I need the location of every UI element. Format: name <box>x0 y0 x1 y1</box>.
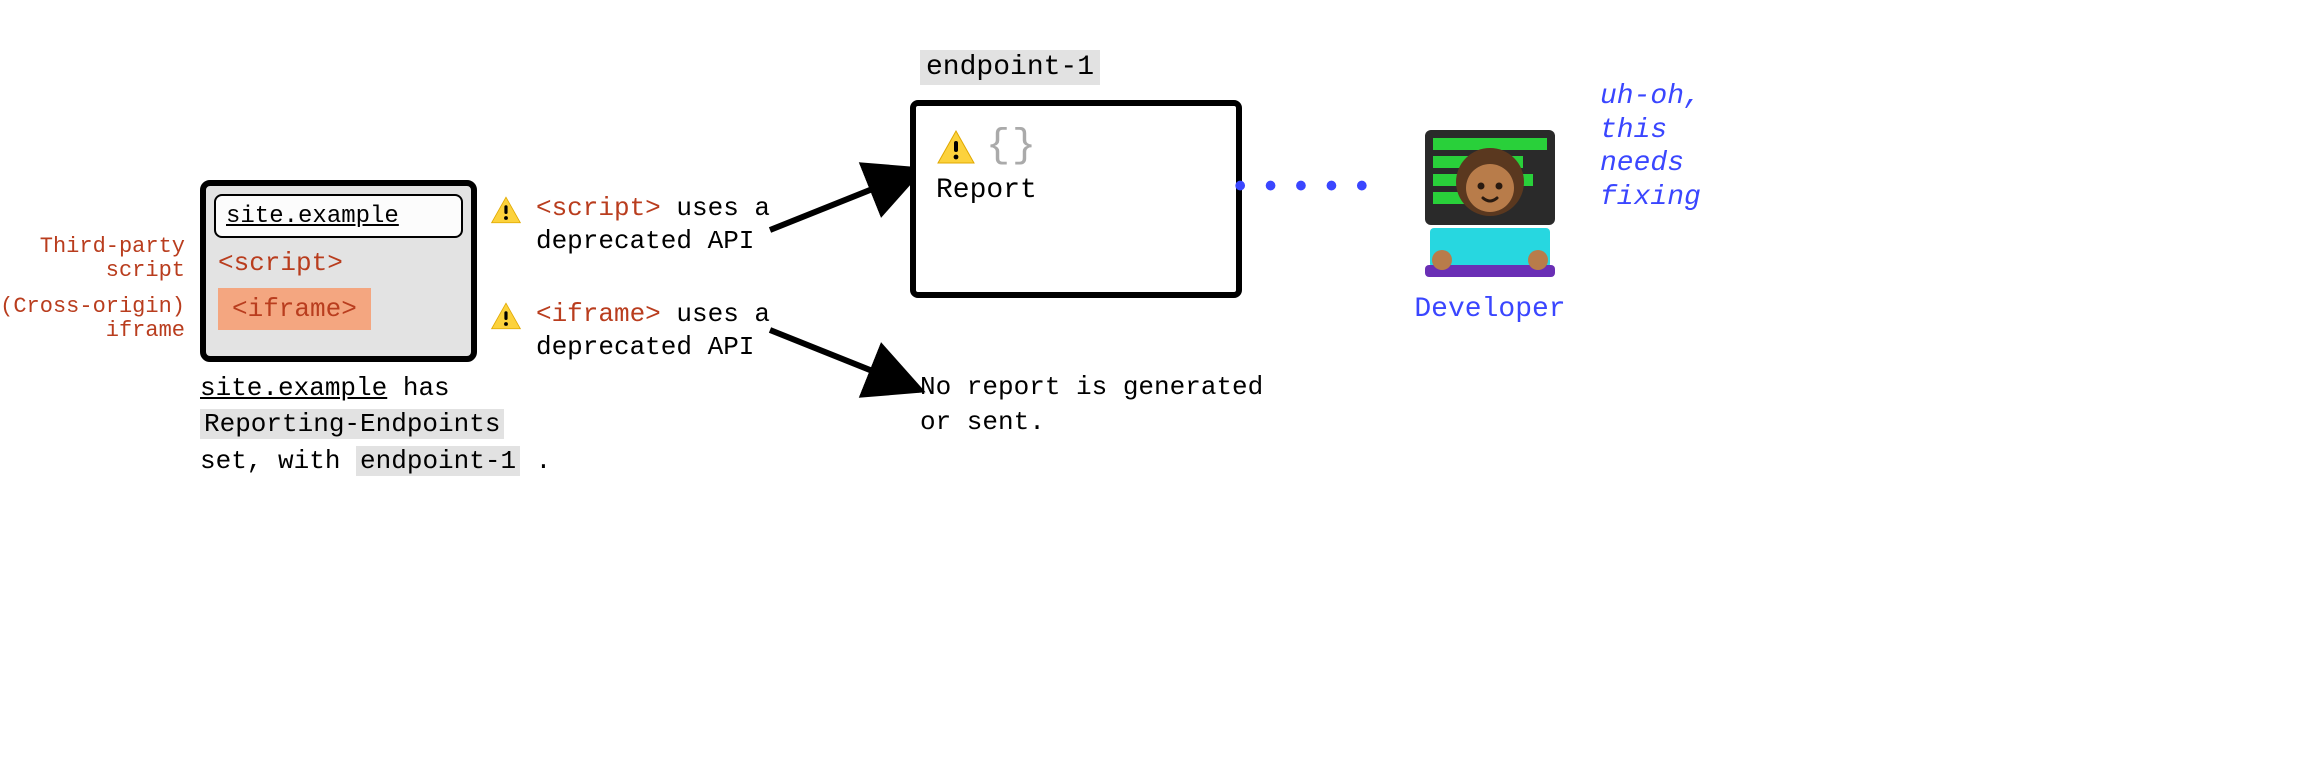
arrow-to-noreport <box>770 320 930 400</box>
arrow-to-endpoint <box>770 160 930 240</box>
address-bar-url: site.example <box>226 203 399 230</box>
note-cross-origin-iframe: (Cross-origin) iframe <box>0 295 185 343</box>
note-third-party-script: Third-party script <box>0 235 185 283</box>
warning-icon <box>490 298 522 334</box>
source-page-box: site.example <script> <iframe> <box>200 180 477 362</box>
warning-icon <box>490 192 522 228</box>
script-tag-label: <script> <box>218 248 343 278</box>
developer-icon <box>1400 110 1580 280</box>
caption-domain: site.example <box>200 373 387 403</box>
source-caption: site.example has Reporting-Endpoints set… <box>200 370 570 479</box>
developer-thought: uh-oh, this needs fixing <box>1600 80 1800 214</box>
endpoint-name-label: endpoint-1 <box>920 50 1100 85</box>
braces-icon: {} <box>986 124 1038 169</box>
diagram-stage: Third-party script (Cross-origin) iframe… <box>0 0 2324 762</box>
warning-icon <box>936 129 976 165</box>
report-label: Report <box>936 175 1216 206</box>
caption-header: Reporting-Endpoints <box>200 409 504 439</box>
developer-label: Developer <box>1390 294 1590 325</box>
endpoint-box: {} Report <box>910 100 1242 298</box>
address-bar: site.example <box>214 194 463 238</box>
developer-figure: Developer <box>1390 110 1590 325</box>
connection-dots: ••••• <box>1230 170 1382 208</box>
caption-endpoint: endpoint-1 <box>356 446 520 476</box>
no-report-text: No report is generated or sent. <box>920 370 1270 440</box>
iframe-tag-label: <iframe> <box>218 288 371 330</box>
